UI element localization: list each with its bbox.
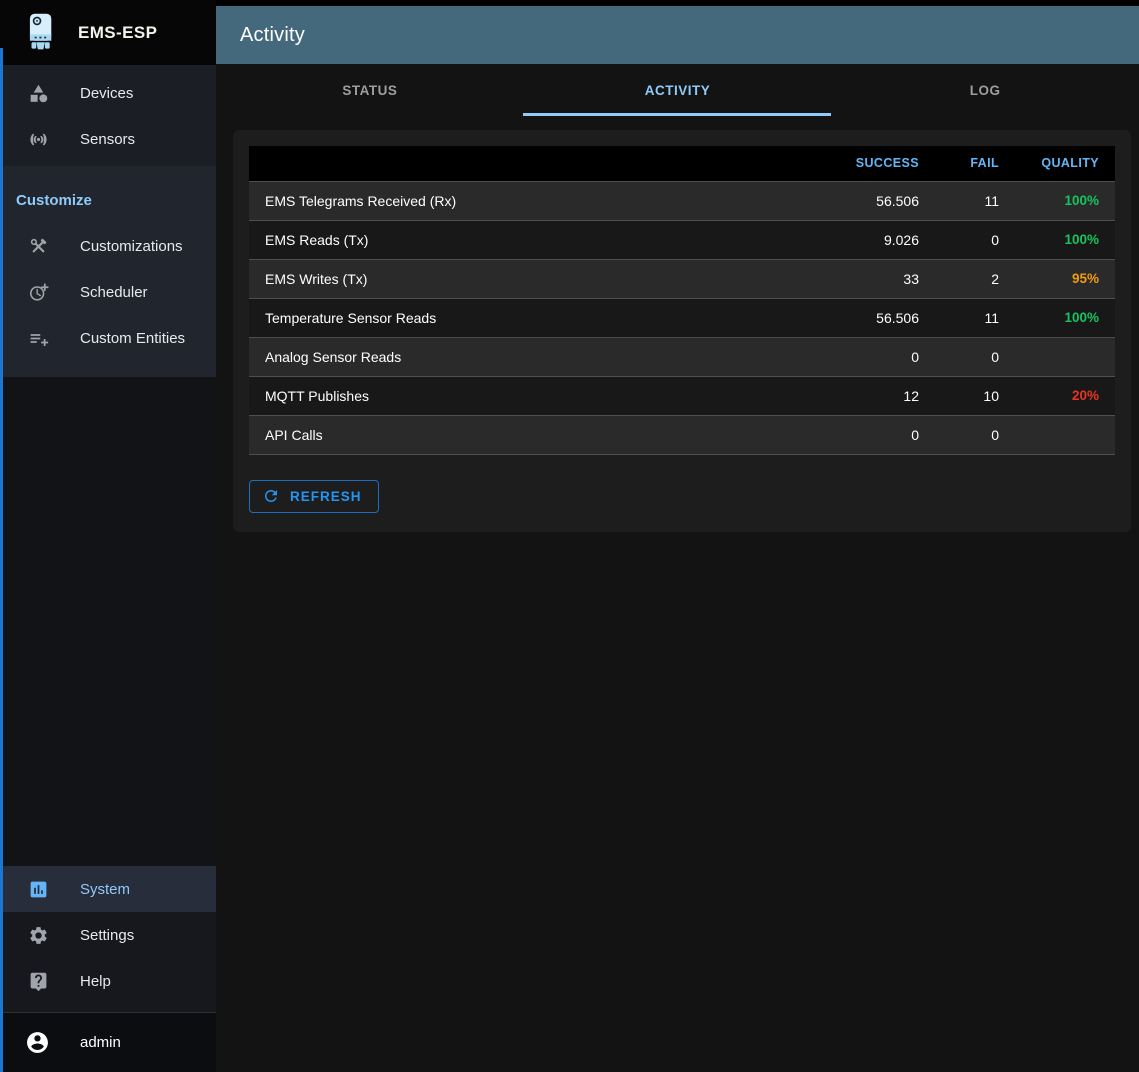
table-row: EMS Telegrams Received (Rx) 56.506 11 10… bbox=[249, 181, 1115, 220]
success-value: 33 bbox=[805, 259, 935, 298]
sidebar-item-sensors[interactable]: Sensors bbox=[0, 116, 216, 162]
quality-value: 100% bbox=[1015, 220, 1115, 259]
table-row: Temperature Sensor Reads 56.506 11 100% bbox=[249, 298, 1115, 337]
sidebar: EMS-ESP Devices Sensors Customize bbox=[0, 0, 216, 1072]
sidebar-item-label: Devices bbox=[80, 85, 133, 102]
gear-icon bbox=[27, 924, 49, 946]
metric-name: EMS Writes (Tx) bbox=[249, 259, 805, 298]
more-time-icon bbox=[27, 281, 49, 303]
sidebar-item-custom-entities[interactable]: Custom Entities bbox=[0, 315, 216, 361]
table-row: EMS Writes (Tx) 33 2 95% bbox=[249, 259, 1115, 298]
quality-value bbox=[1015, 415, 1115, 454]
column-header-name bbox=[249, 146, 805, 181]
quality-value: 100% bbox=[1015, 181, 1115, 220]
main-area: Activity STATUS ACTIVITY LOG SUCCESS FAI… bbox=[216, 0, 1139, 1072]
fail-value: 11 bbox=[935, 298, 1015, 337]
metric-name: Analog Sensor Reads bbox=[249, 337, 805, 376]
tab-status[interactable]: STATUS bbox=[216, 64, 524, 116]
sidebar-item-label: Custom Entities bbox=[80, 330, 185, 347]
refresh-button-label: REFRESH bbox=[290, 489, 362, 504]
tab-activity[interactable]: ACTIVITY bbox=[524, 64, 832, 116]
table-header-row: SUCCESS FAIL QUALITY bbox=[249, 146, 1115, 181]
quality-value: 95% bbox=[1015, 259, 1115, 298]
topbar: Activity bbox=[216, 6, 1139, 64]
quality-value bbox=[1015, 337, 1115, 376]
fail-value: 0 bbox=[935, 415, 1015, 454]
sidebar-item-help[interactable]: Help bbox=[0, 958, 216, 1004]
sidebar-item-devices[interactable]: Devices bbox=[0, 70, 216, 116]
construction-icon bbox=[27, 235, 49, 257]
refresh-button[interactable]: REFRESH bbox=[249, 480, 379, 513]
fail-value: 0 bbox=[935, 337, 1015, 376]
success-value: 56.506 bbox=[805, 298, 935, 337]
table-row: MQTT Publishes 12 10 20% bbox=[249, 376, 1115, 415]
metric-name: EMS Telegrams Received (Rx) bbox=[249, 181, 805, 220]
success-value: 12 bbox=[805, 376, 935, 415]
sidebar-item-label: Settings bbox=[80, 927, 134, 944]
app-header: EMS-ESP bbox=[0, 0, 216, 66]
fail-value: 11 bbox=[935, 181, 1015, 220]
category-icon bbox=[27, 82, 49, 104]
sidebar-item-label: Scheduler bbox=[80, 284, 148, 301]
column-header-quality: QUALITY bbox=[1015, 146, 1115, 181]
metric-name: MQTT Publishes bbox=[249, 376, 805, 415]
nav-group-bottom: Settings Help bbox=[0, 912, 216, 1012]
sidebar-spacer bbox=[0, 377, 216, 866]
sidebar-item-system[interactable]: System bbox=[0, 866, 216, 912]
success-value: 56.506 bbox=[805, 181, 935, 220]
fail-value: 0 bbox=[935, 220, 1015, 259]
live-help-icon bbox=[27, 970, 49, 992]
column-header-fail: FAIL bbox=[935, 146, 1015, 181]
table-row: API Calls 0 0 bbox=[249, 415, 1115, 454]
fail-value: 10 bbox=[935, 376, 1015, 415]
active-tab-indicator bbox=[523, 113, 831, 116]
refresh-icon bbox=[262, 487, 280, 505]
account-circle-icon bbox=[25, 1030, 50, 1055]
sidebar-item-label: Help bbox=[80, 973, 111, 990]
metric-name: Temperature Sensor Reads bbox=[249, 298, 805, 337]
metric-name: EMS Reads (Tx) bbox=[249, 220, 805, 259]
quality-value: 100% bbox=[1015, 298, 1115, 337]
sidebar-item-customizations[interactable]: Customizations bbox=[0, 223, 216, 269]
success-value: 9.026 bbox=[805, 220, 935, 259]
app-title: EMS-ESP bbox=[78, 23, 157, 43]
nav-group-customize: Customize Customizations Scheduler bbox=[0, 166, 216, 377]
tab-bar: STATUS ACTIVITY LOG bbox=[216, 64, 1139, 116]
sidebar-item-label: System bbox=[80, 881, 130, 898]
tab-log[interactable]: LOG bbox=[831, 64, 1139, 116]
sidebar-item-settings[interactable]: Settings bbox=[0, 912, 216, 958]
admin-label: admin bbox=[80, 1034, 121, 1051]
success-value: 0 bbox=[805, 415, 935, 454]
table-row: EMS Reads (Tx) 9.026 0 100% bbox=[249, 220, 1115, 259]
table-row: Analog Sensor Reads 0 0 bbox=[249, 337, 1115, 376]
sensors-icon bbox=[27, 128, 49, 150]
sidebar-item-label: Customizations bbox=[80, 238, 183, 255]
activity-table: SUCCESS FAIL QUALITY EMS Telegrams Recei… bbox=[249, 146, 1115, 455]
page-title: Activity bbox=[240, 24, 305, 47]
sidebar-item-admin[interactable]: admin bbox=[0, 1013, 216, 1072]
boiler-logo-icon bbox=[22, 10, 62, 56]
metric-name: API Calls bbox=[249, 415, 805, 454]
nav-group-main: Devices Sensors bbox=[0, 66, 216, 166]
sidebar-item-label: Sensors bbox=[80, 131, 135, 148]
success-value: 0 bbox=[805, 337, 935, 376]
fail-value: 2 bbox=[935, 259, 1015, 298]
sidebar-scrollbar[interactable] bbox=[0, 48, 3, 1072]
playlist-add-icon bbox=[27, 327, 49, 349]
content-area: SUCCESS FAIL QUALITY EMS Telegrams Recei… bbox=[216, 116, 1139, 1072]
customize-section-header: Customize bbox=[0, 166, 216, 223]
assessment-icon bbox=[27, 878, 49, 900]
sidebar-item-scheduler[interactable]: Scheduler bbox=[0, 269, 216, 315]
activity-card: SUCCESS FAIL QUALITY EMS Telegrams Recei… bbox=[233, 130, 1131, 532]
column-header-success: SUCCESS bbox=[805, 146, 935, 181]
quality-value: 20% bbox=[1015, 376, 1115, 415]
